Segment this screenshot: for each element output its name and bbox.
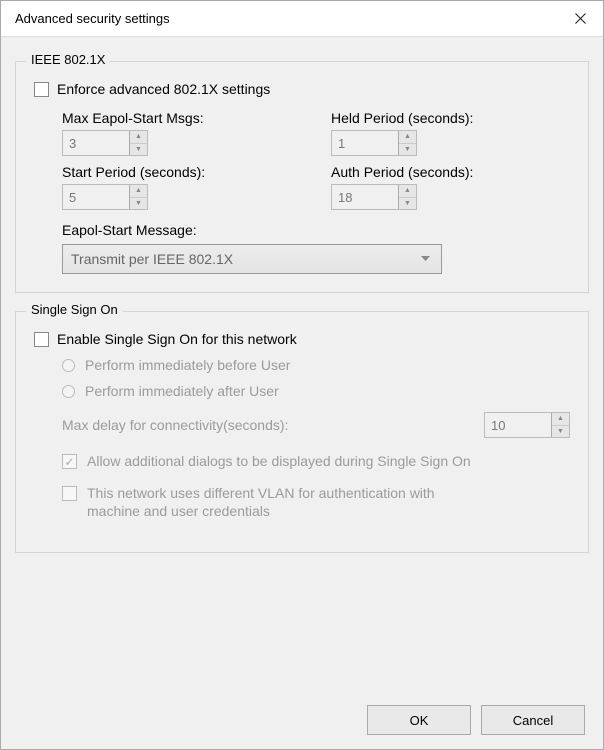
enforce-label: Enforce advanced 802.1X settings — [57, 80, 270, 98]
held-spin: ▲ ▼ — [398, 131, 416, 155]
vlan-label: This network uses different VLAN for aut… — [87, 484, 487, 520]
close-icon — [575, 13, 586, 24]
eapol-msg-value: Transmit per IEEE 802.1X — [71, 251, 233, 267]
spin-down-icon: ▼ — [552, 426, 569, 438]
auth-spin: ▲ ▼ — [398, 185, 416, 209]
max-delay-spin: ▲ ▼ — [551, 413, 569, 437]
eapol-msg-label: Eapol-Start Message: — [62, 222, 570, 238]
allow-dialogs-row: Allow additional dialogs to be displayed… — [62, 452, 570, 470]
start-field: Start Period (seconds): 5 ▲ ▼ — [62, 164, 301, 210]
auth-value: 18 — [332, 185, 398, 209]
start-spinner: 5 ▲ ▼ — [62, 184, 148, 210]
vlan-row: This network uses different VLAN for aut… — [62, 484, 570, 520]
radio-after-label: Perform immediately after User — [85, 382, 279, 400]
max-delay-label: Max delay for connectivity(seconds): — [62, 416, 288, 434]
eapol-msg-select: Transmit per IEEE 802.1X — [62, 244, 442, 274]
spin-down-icon: ▼ — [130, 144, 147, 156]
spin-up-icon: ▲ — [130, 131, 147, 144]
spin-down-icon: ▼ — [399, 198, 416, 210]
radio-before-label: Perform immediately before User — [85, 356, 290, 374]
sso-groupbox: Single Sign On Enable Single Sign On for… — [15, 311, 589, 553]
allow-dialogs-label: Allow additional dialogs to be displayed… — [87, 452, 471, 470]
held-label: Held Period (seconds): — [331, 110, 570, 126]
radio-before-row: Perform immediately before User — [62, 356, 570, 374]
sso-enable-row: Enable Single Sign On for this network — [34, 330, 570, 348]
vlan-checkbox — [62, 486, 77, 501]
close-button[interactable] — [557, 1, 603, 37]
held-field: Held Period (seconds): 1 ▲ ▼ — [331, 110, 570, 156]
radio-after — [62, 385, 75, 398]
cancel-button[interactable]: Cancel — [481, 705, 585, 735]
titlebar: Advanced security settings — [1, 1, 603, 37]
max-eapol-spin: ▲ ▼ — [129, 131, 147, 155]
dialog-buttons: OK Cancel — [367, 705, 585, 735]
auth-spinner: 18 ▲ ▼ — [331, 184, 417, 210]
chevron-down-icon — [421, 256, 430, 262]
max-delay-spinner: 10 ▲ ▼ — [484, 412, 570, 438]
start-value: 5 — [63, 185, 129, 209]
dropdown-arrow — [415, 245, 435, 273]
max-delay-value: 10 — [485, 413, 551, 437]
sso-group-label: Single Sign On — [26, 302, 123, 317]
ieee-group-label: IEEE 802.1X — [26, 52, 110, 67]
spin-up-icon: ▲ — [130, 185, 147, 198]
start-label: Start Period (seconds): — [62, 164, 301, 180]
dialog-title: Advanced security settings — [15, 11, 170, 26]
dialog-window: Advanced security settings IEEE 802.1X E… — [0, 0, 604, 750]
max-eapol-spinner: 3 ▲ ▼ — [62, 130, 148, 156]
ieee-groupbox: IEEE 802.1X Enforce advanced 802.1X sett… — [15, 61, 589, 293]
spin-down-icon: ▼ — [130, 198, 147, 210]
max-eapol-field: Max Eapol-Start Msgs: 3 ▲ ▼ — [62, 110, 301, 156]
max-delay-row: Max delay for connectivity(seconds): 10 … — [62, 412, 570, 438]
sso-enable-checkbox[interactable] — [34, 332, 49, 347]
radio-after-row: Perform immediately after User — [62, 382, 570, 400]
start-spin: ▲ ▼ — [129, 185, 147, 209]
spin-up-icon: ▲ — [399, 185, 416, 198]
max-eapol-label: Max Eapol-Start Msgs: — [62, 110, 301, 126]
enforce-checkbox[interactable] — [34, 82, 49, 97]
spin-up-icon: ▲ — [399, 131, 416, 144]
auth-field: Auth Period (seconds): 18 ▲ ▼ — [331, 164, 570, 210]
ieee-fields: Max Eapol-Start Msgs: 3 ▲ ▼ Held Period … — [62, 110, 570, 210]
auth-label: Auth Period (seconds): — [331, 164, 570, 180]
ok-button[interactable]: OK — [367, 705, 471, 735]
dialog-content: IEEE 802.1X Enforce advanced 802.1X sett… — [1, 37, 603, 583]
spin-down-icon: ▼ — [399, 144, 416, 156]
max-eapol-value: 3 — [63, 131, 129, 155]
spin-up-icon: ▲ — [552, 413, 569, 426]
held-spinner: 1 ▲ ▼ — [331, 130, 417, 156]
sso-enable-label: Enable Single Sign On for this network — [57, 330, 297, 348]
radio-before — [62, 359, 75, 372]
allow-dialogs-checkbox — [62, 454, 77, 469]
held-value: 1 — [332, 131, 398, 155]
enforce-row: Enforce advanced 802.1X settings — [34, 80, 570, 98]
